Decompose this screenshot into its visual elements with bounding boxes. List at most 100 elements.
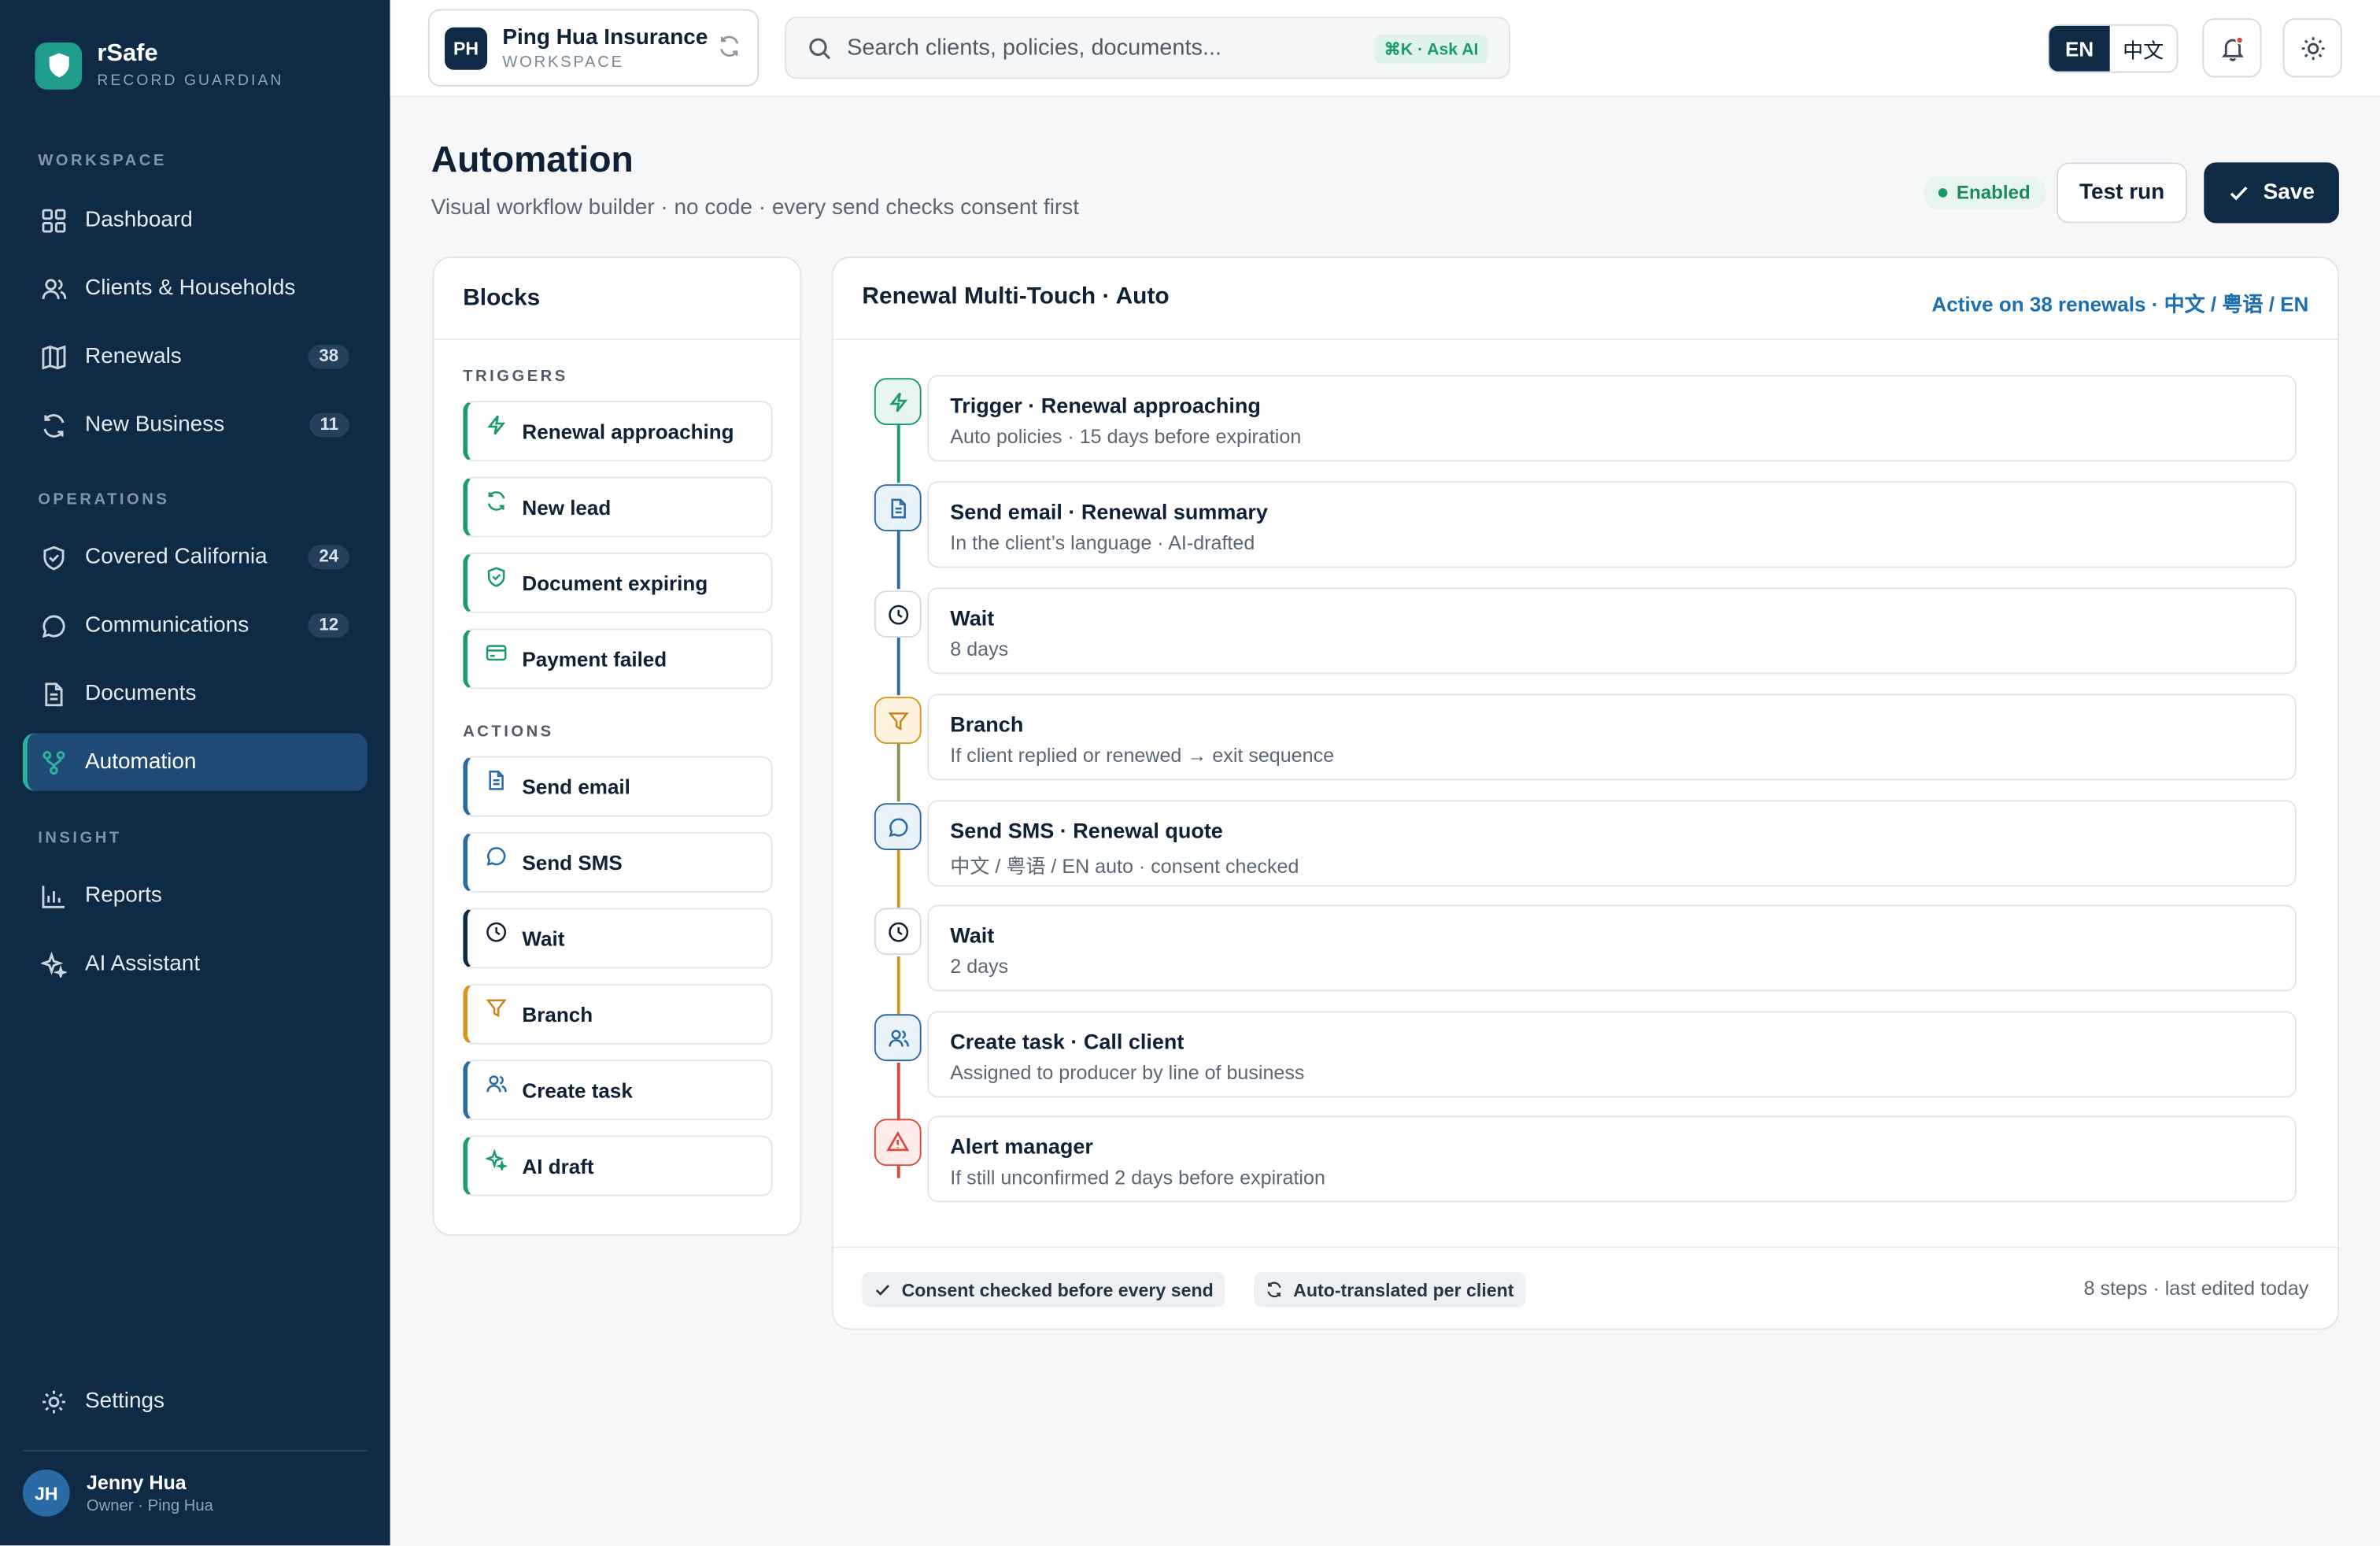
step-title: Wait <box>950 605 995 631</box>
blocks-panel: Blocks TRIGGERS Renewal approaching New … <box>432 256 802 1236</box>
workflow-active-summary[interactable]: Active on 38 renewals · 中文 / 粤语 / EN <box>1931 287 2308 317</box>
block-new-lead[interactable]: New lead <box>463 476 773 538</box>
step-subtitle: If still unconfirmed 2 days before expir… <box>950 1166 1325 1189</box>
block-label: Create task <box>522 1078 633 1102</box>
block-document-expiring[interactable]: Document expiring <box>463 552 773 614</box>
sidebar-item-label: Reports <box>84 883 162 908</box>
sidebar-item-label: Documents <box>84 681 197 706</box>
map-icon <box>39 343 67 371</box>
refresh-icon <box>39 412 67 439</box>
block-ai-draft[interactable]: AI draft <box>463 1135 773 1196</box>
workflow-footer: Consent checked before every send Auto-t… <box>833 1246 2338 1330</box>
block-create-task[interactable]: Create task <box>463 1060 773 1121</box>
sidebar-item-label: AI Assistant <box>84 952 201 977</box>
sparkle-icon <box>39 950 67 978</box>
brand[interactable]: rSafe RECORD GUARDIAN <box>35 41 283 90</box>
step-title: Branch <box>950 712 1024 737</box>
triggers-label: TRIGGERS <box>463 367 568 386</box>
sidebar-item-ai-assistant[interactable]: AI Assistant <box>23 935 368 993</box>
sidebar-item-new-business[interactable]: New Business 11 <box>23 396 368 453</box>
test-run-button[interactable]: Test run <box>2057 162 2188 224</box>
block-send-email[interactable]: Send email <box>463 756 773 817</box>
block-label: Renewal approaching <box>522 420 734 443</box>
workflow-step-send-sms[interactable]: Send SMS · Renewal quote 中文 / 粤语 / EN au… <box>927 800 2297 887</box>
block-branch[interactable]: Branch <box>463 983 773 1045</box>
sidebar-item-label: Renewals <box>84 344 182 369</box>
sidebar-item-settings[interactable]: Settings <box>23 1372 368 1429</box>
bolt-icon <box>874 378 922 425</box>
connector-line <box>896 956 900 1015</box>
theme-toggle-button[interactable] <box>2282 18 2342 78</box>
search-icon <box>808 35 832 60</box>
step-title: Alert manager <box>950 1134 1093 1159</box>
check-icon <box>2228 182 2249 203</box>
refresh-icon <box>486 490 510 515</box>
block-renewal-approaching[interactable]: Renewal approaching <box>463 401 773 462</box>
workflow-step-trigger[interactable]: Trigger · Renewal approaching Auto polic… <box>927 375 2297 462</box>
bar-chart-icon <box>39 882 67 909</box>
save-button[interactable]: Save <box>2204 162 2339 224</box>
ask-ai-shortcut[interactable]: ⌘K · Ask AI <box>1375 35 1488 64</box>
search-input[interactable] <box>847 35 1348 61</box>
block-wait[interactable]: Wait <box>463 908 773 969</box>
sidebar-item-covered-california[interactable]: Covered California 24 <box>23 528 368 586</box>
step-subtitle: 8 days <box>950 637 1009 660</box>
connector-line <box>896 637 900 696</box>
block-label: AI draft <box>522 1154 594 1178</box>
search-bar[interactable]: ⌘K · Ask AI <box>785 17 1510 80</box>
language-option-zh[interactable]: 中文 <box>2110 26 2177 72</box>
brand-name: rSafe <box>97 41 158 67</box>
translation-chip: Auto-translated per client <box>1253 1272 1526 1307</box>
workflow-header: Renewal Multi-Touch · Auto Active on 38 … <box>833 258 2338 340</box>
avatar: JH <box>22 1469 70 1517</box>
workflow-step-wait[interactable]: Wait 8 days <box>927 587 2297 675</box>
language-option-en[interactable]: EN <box>2049 25 2110 72</box>
connector-line <box>896 1166 900 1178</box>
gear-icon <box>39 1388 67 1415</box>
step-subtitle: If client replied or renewed → exit sequ… <box>950 743 1335 767</box>
grid-icon <box>39 206 67 234</box>
block-label: New lead <box>522 495 612 519</box>
brand-tagline: RECORD GUARDIAN <box>97 72 284 90</box>
sidebar-item-reports[interactable]: Reports <box>23 867 368 924</box>
block-payment-failed[interactable]: Payment failed <box>463 628 773 690</box>
sidebar-item-dashboard[interactable]: Dashboard <box>23 191 368 249</box>
check-icon <box>874 1282 891 1298</box>
user-profile[interactable]: JH Jenny Hua Owner · Ping Hua <box>22 1469 213 1517</box>
workspace-switcher[interactable]: PH Ping Hua Insurance WORKSPACE <box>427 9 759 87</box>
clock-icon <box>486 922 510 946</box>
step-subtitle: Assigned to producer by line of business <box>950 1061 1305 1084</box>
shield-logo-icon <box>35 42 83 89</box>
sidebar-item-communications[interactable]: Communications 12 <box>23 597 368 654</box>
workflow-title[interactable]: Renewal Multi-Touch · Auto <box>862 284 1169 312</box>
workflow-step-send-email[interactable]: Send email · Renewal summary In the clie… <box>927 481 2297 568</box>
workflow-step-alert-manager[interactable]: Alert manager If still unconfirmed 2 day… <box>927 1115 2297 1203</box>
workflow-step-create-task[interactable]: Create task · Call client Assigned to pr… <box>927 1011 2297 1098</box>
section-label-operations: OPERATIONS <box>38 490 170 509</box>
filter-icon <box>486 997 510 1022</box>
sidebar-item-clients[interactable]: Clients & Households <box>23 260 368 317</box>
connector-line <box>896 743 900 802</box>
workflow-meta: 8 steps · last edited today <box>2083 1276 2309 1300</box>
sidebar-item-documents[interactable]: Documents <box>23 665 368 723</box>
sidebar-item-renewals[interactable]: Renewals 38 <box>23 328 368 386</box>
count-badge: 12 <box>308 613 349 638</box>
sidebar-item-automation[interactable]: Automation <box>22 733 368 791</box>
status-label: Enabled <box>1956 182 2031 204</box>
sidebar-item-label: Clients & Households <box>84 276 296 301</box>
page-title: Automation <box>431 139 634 181</box>
sun-icon <box>2299 34 2326 61</box>
workflow-step-wait[interactable]: Wait 2 days <box>927 904 2297 992</box>
block-label: Payment failed <box>522 647 667 671</box>
sidebar-item-label: Covered California <box>84 545 268 570</box>
block-label: Send email <box>522 775 630 798</box>
language-toggle[interactable]: EN 中文 <box>2047 24 2179 73</box>
chat-icon <box>486 845 510 870</box>
workflow-step-branch[interactable]: Branch If client replied or renewed → ex… <box>927 693 2297 781</box>
notifications-button[interactable] <box>2202 18 2262 78</box>
shield-check-icon <box>486 566 510 590</box>
sidebar-item-label: New Business <box>84 412 225 438</box>
workspace-avatar: PH <box>445 26 488 69</box>
block-send-sms[interactable]: Send SMS <box>463 831 773 893</box>
shield-icon <box>39 543 67 571</box>
